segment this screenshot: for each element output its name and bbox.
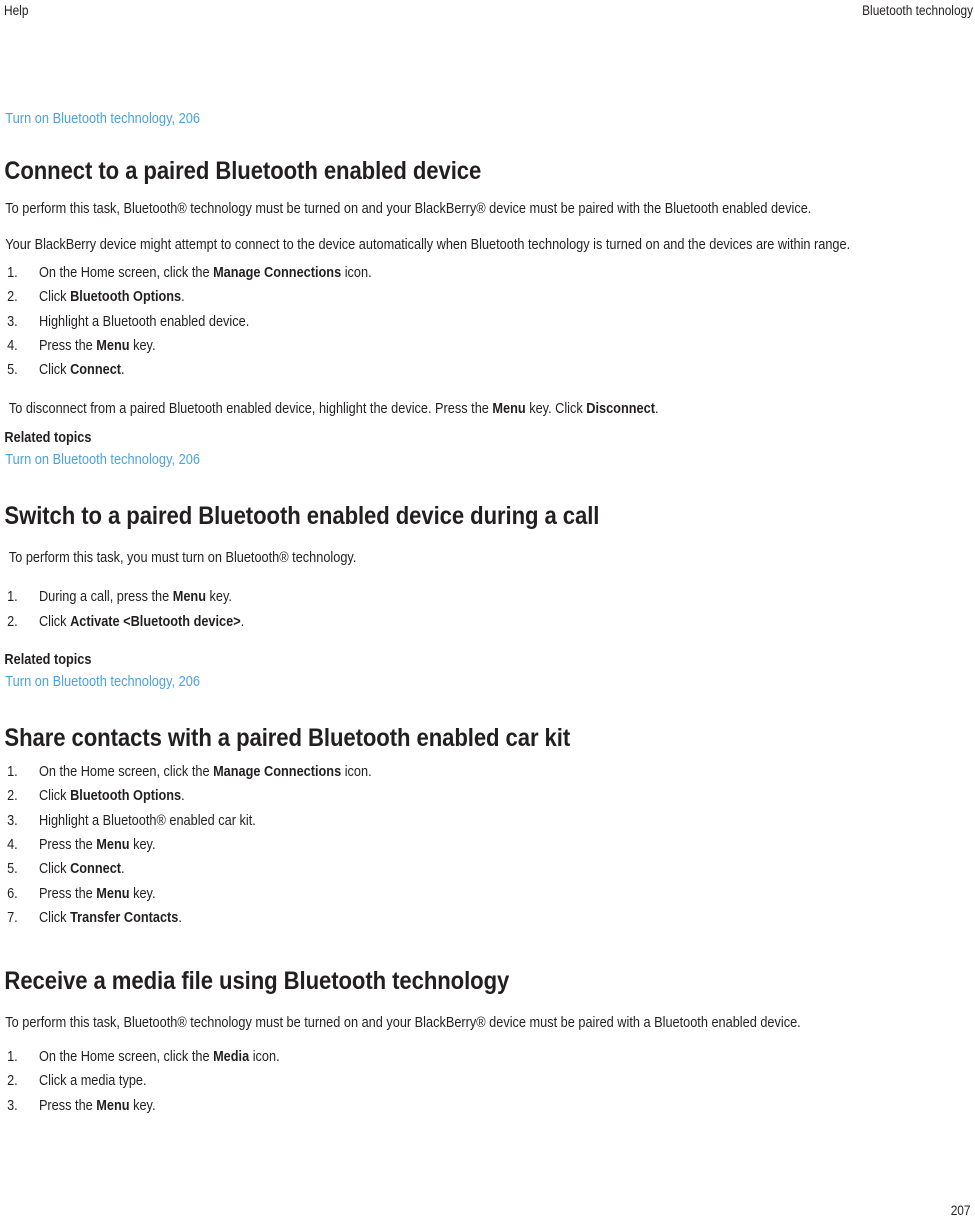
step-text: Highlight a Bluetooth® enabled car kit.: [38, 812, 256, 829]
section-intro-paragraph: To perform this task, Bluetooth® technol…: [5, 201, 812, 217]
list-item: 2. Click Bluetooth Options.: [0, 285, 975, 309]
list-item: 3. Press the Menu key.: [0, 1094, 975, 1118]
running-head: Help Bluetooth technology: [0, 0, 975, 26]
related-topics-link[interactable]: Turn on Bluetooth technology, 206: [0, 449, 975, 471]
list-item: 4. Press the Menu key.: [0, 833, 975, 857]
step-text: On the Home screen, click the Media icon…: [38, 1049, 280, 1066]
list-item: 5. Click Connect.: [0, 358, 975, 382]
section-note-paragraph: To disconnect from a paired Bluetooth en…: [8, 401, 659, 418]
step-number: 2.: [7, 1073, 18, 1090]
list-item: 1. On the Home screen, click the Manage …: [0, 760, 975, 784]
step-number: 4.: [7, 836, 18, 853]
step-number: 2.: [7, 788, 18, 805]
step-text: During a call, press the Menu key.: [38, 589, 232, 606]
step-text: Click a media type.: [38, 1073, 147, 1090]
step-text: Click Transfer Contacts.: [38, 909, 182, 926]
running-head-left: Help: [4, 3, 29, 18]
step-number: 5.: [7, 861, 18, 878]
section-heading: Switch to a paired Bluetooth enabled dev…: [4, 502, 600, 531]
list-item: 4. Press the Menu key.: [0, 334, 975, 358]
section-intro-paragraph-2: Your BlackBerry device might attempt to …: [5, 237, 851, 253]
related-topics-link[interactable]: Turn on Bluetooth technology, 206: [0, 671, 975, 693]
section-connect-paired-device: Connect to a paired Bluetooth enabled de…: [0, 156, 975, 471]
step-number: 3.: [7, 812, 18, 829]
list-item: 6. Press the Menu key.: [0, 882, 975, 906]
running-head-right: Bluetooth technology: [862, 3, 973, 18]
list-item: 2. Click Bluetooth Options.: [0, 784, 975, 808]
step-number: 3.: [7, 313, 18, 330]
step-text: Click Connect.: [38, 861, 125, 878]
steps-list: 1. During a call, press the Menu key. 2.…: [0, 585, 975, 634]
document-page: Help Bluetooth technology Turn on Blueto…: [0, 0, 975, 1228]
section-intro-paragraph: To perform this task, Bluetooth® technol…: [5, 1015, 801, 1032]
step-text: Highlight a Bluetooth enabled device.: [38, 313, 250, 330]
list-item: 7. Click Transfer Contacts.: [0, 906, 975, 930]
list-item: 1. On the Home screen, click the Manage …: [0, 261, 975, 285]
step-text: On the Home screen, click the Manage Con…: [38, 764, 372, 781]
step-text: Press the Menu key.: [38, 885, 156, 902]
list-item: 1. On the Home screen, click the Media i…: [0, 1045, 975, 1069]
related-topics-label: Related topics: [4, 430, 92, 447]
step-number: 1.: [7, 589, 18, 606]
section-heading: Receive a media file using Bluetooth tec…: [4, 967, 510, 996]
section-switch-during-call: Switch to a paired Bluetooth enabled dev…: [0, 501, 975, 693]
list-item: 5. Click Connect.: [0, 857, 975, 881]
step-number: 4.: [7, 337, 18, 354]
step-text: Click Bluetooth Options.: [38, 289, 185, 306]
section-receive-media-file: Receive a media file using Bluetooth tec…: [0, 966, 975, 1118]
step-number: 6.: [7, 885, 18, 902]
step-text: Click Activate <Bluetooth device>.: [38, 613, 245, 630]
step-text: Press the Menu key.: [38, 337, 156, 354]
step-number: 3.: [7, 1097, 18, 1114]
section-heading: Share contacts with a paired Bluetooth e…: [4, 724, 571, 753]
step-text: Press the Menu key.: [38, 1097, 156, 1114]
step-text: Press the Menu key.: [38, 836, 156, 853]
step-text: Click Connect.: [38, 362, 125, 379]
section-heading: Connect to a paired Bluetooth enabled de…: [4, 157, 482, 185]
step-number: 5.: [7, 362, 18, 379]
steps-list: 1. On the Home screen, click the Media i…: [0, 1045, 975, 1118]
steps-list: 1. On the Home screen, click the Manage …: [0, 261, 975, 382]
step-number: 1.: [7, 1049, 18, 1066]
step-number: 2.: [7, 289, 18, 306]
step-number: 7.: [7, 909, 18, 926]
step-text: On the Home screen, click the Manage Con…: [38, 265, 372, 281]
steps-list: 1. On the Home screen, click the Manage …: [0, 760, 975, 930]
related-topics-label: Related topics: [4, 652, 92, 669]
step-number: 2.: [7, 613, 18, 630]
list-item: 2. Click Activate <Bluetooth device>.: [0, 610, 975, 634]
section-share-contacts-car-kit: Share contacts with a paired Bluetooth e…: [0, 723, 975, 930]
list-item: 3. Highlight a Bluetooth enabled device.: [0, 310, 975, 334]
section-intro-paragraph: To perform this task, you must turn on B…: [8, 550, 357, 567]
step-number: 1.: [7, 764, 18, 781]
step-number: 1.: [7, 265, 18, 281]
crossref-link-top[interactable]: Turn on Bluetooth technology, 206: [0, 108, 975, 130]
page-number: 207: [951, 1203, 971, 1218]
list-item: 3. Highlight a Bluetooth® enabled car ki…: [0, 809, 975, 833]
page-content: Turn on Bluetooth technology, 206 Connec…: [0, 108, 975, 1118]
list-item: 2. Click a media type.: [0, 1069, 975, 1093]
step-text: Click Bluetooth Options.: [38, 788, 185, 805]
list-item: 1. During a call, press the Menu key.: [0, 585, 975, 609]
crossref-top-wrap: Turn on Bluetooth technology, 206: [0, 108, 975, 130]
